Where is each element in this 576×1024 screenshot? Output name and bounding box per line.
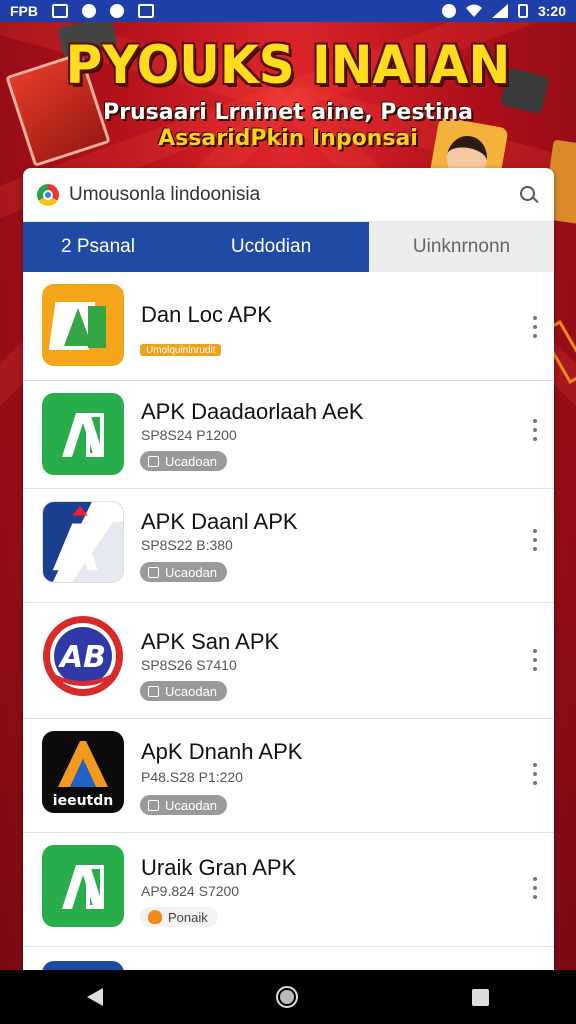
tab-2[interactable]: Ucdodian [173,222,369,272]
app-name: APK San APK [141,629,280,654]
a-logo-icon: ieeutdn [42,731,124,813]
search-icon[interactable] [518,184,540,206]
svg-text:ieeutdn: ieeutdn [53,793,113,809]
app-meta: SP8S22 B:380 [141,537,233,553]
app-meta: SP8S26 S7410 [141,657,237,673]
status-label: FPB [10,3,38,19]
list-item[interactable]: AB APK San APK SP8S26 S7410 Ucaodan [23,603,554,719]
app-name: APK Daanl APK [141,509,298,534]
app-list-card: Umousonla lindoonisia 2 Psanal Ucdodian … [23,168,554,970]
more-options-icon[interactable] [532,316,538,338]
circle-icon [110,4,124,18]
app-name: APK Daadaorlaah AeK [141,399,364,424]
image-icon [52,4,68,18]
tab-3[interactable]: Uinknrnonn [369,222,554,272]
document-a-icon [42,393,124,475]
more-options-icon[interactable] [532,763,538,785]
list-item[interactable]: ieeutdn ApK Dnanh APK P48.S28 P1:220 Uca… [23,719,554,833]
app-name: ApK Dnanh APK [141,739,303,764]
banner-subtitle-2: AssaridPkin Inponsai [158,126,418,151]
app-meta: AP9.824 S7200 [141,883,240,899]
app-name: Uraik Gran APK [141,855,297,880]
ap-logo-icon [42,501,124,583]
download-button[interactable]: Ucaodan [140,795,228,815]
list-item[interactable] [23,947,554,970]
document-a-icon [42,284,124,366]
app-icon [42,961,124,970]
document-a-icon [42,845,124,927]
search-bar[interactable]: Umousonla lindoonisia [23,168,554,222]
wifi-icon [465,4,482,17]
tab-1[interactable]: 2 Psanal [23,222,173,272]
more-options-icon[interactable] [532,649,538,671]
tab-bar: 2 Psanal Ucdodian Uinknrnonn [23,222,554,272]
more-options-icon[interactable] [532,529,538,551]
search-input[interactable]: Umousonla lindoonisia [69,184,518,206]
signal-icon [491,4,508,18]
circle-icon [82,4,96,18]
download-button[interactable]: Ucadoan [140,451,228,471]
app-meta: SP8S24 P1200 [141,427,237,443]
banner-subtitle: Prusaari Lrninet aine, Pestina [103,100,473,125]
home-icon[interactable] [276,986,299,1008]
app-badge: Umolquinlnrudit [140,344,222,356]
app-list: Dan Loc APK Umolquinlnrudit APK Daadaorl… [23,272,554,970]
banner-headline: PYOUKS INAIAN [65,34,511,96]
system-nav-bar [0,970,576,1024]
recent-apps-icon[interactable] [472,988,490,1006]
app-meta: P48.S28 P1:220 [141,769,243,785]
ab-logo-icon: AB [42,615,124,697]
download-button[interactable]: Ucaodan [140,681,228,701]
list-item[interactable]: APK Daadaorlaah AeK SP8S24 P1200 Ucadoan [23,381,554,489]
browser-icon [37,183,59,206]
mail-icon [138,4,154,18]
back-icon[interactable] [86,988,103,1006]
list-item[interactable]: APK Daanl APK SP8S22 B:380 Ucaodan [23,489,554,603]
list-item[interactable]: Uraik Gran APK AP9.824 S7200 Ponaik [23,833,554,947]
fire-icon [148,910,162,924]
download-button[interactable]: Ucaodan [140,562,228,582]
status-bar: FPB 3:20 [0,0,576,22]
download-button[interactable]: Ponaik [140,907,218,927]
battery-icon [517,4,528,18]
location-icon [441,4,456,18]
more-options-icon[interactable] [532,419,538,441]
app-name: Dan Loc APK [141,302,272,327]
more-options-icon[interactable] [532,877,538,899]
clock: 3:20 [537,3,566,19]
svg-text:AB: AB [58,640,106,675]
list-item[interactable]: Dan Loc APK Umolquinlnrudit [23,272,554,381]
